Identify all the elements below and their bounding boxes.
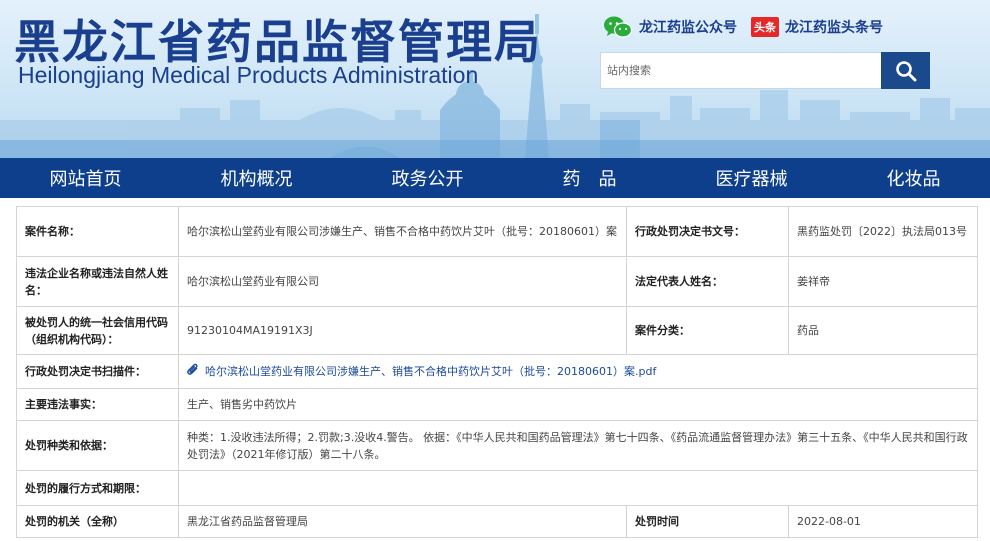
toutiao-account-link[interactable]: 龙江药监头条号	[785, 17, 883, 37]
scan-file-cell: 哈尔滨松山堂药业有限公司涉嫌生产、销售不合格中药饮片艾叶（批号：20180601…	[178, 354, 978, 389]
main-navigation: 网站首页 机构概况 政务公开 药 品 医疗器械 化妆品	[0, 158, 990, 198]
site-title-english: Heilongjiang Medical Products Administra…	[18, 62, 479, 88]
table-row: 主要违法事实： 生产、销售劣中药饮片	[16, 388, 978, 421]
credit-code-value: 91230104MA19191X3J	[178, 306, 627, 355]
decision-pdf-link[interactable]: 哈尔滨松山堂药业有限公司涉嫌生产、销售不合格中药饮片艾叶（批号：20180601…	[205, 365, 656, 378]
search-icon	[895, 60, 916, 81]
nav-item-home[interactable]: 网站首页	[50, 165, 122, 191]
nav-item-cosmetics[interactable]: 化妆品	[887, 165, 941, 191]
scan-file-label: 行政处罚决定书扫描件：	[16, 354, 179, 389]
case-category-label: 案件分类：	[626, 306, 789, 355]
authority-value: 黑龙江省药品监督管理局	[178, 505, 627, 538]
table-row: 处罚种类和依据： 种类：1.没收违法所得；2.罚款;3.没收4.警告。 依据：《…	[16, 420, 978, 471]
site-search	[600, 52, 930, 89]
search-button[interactable]	[881, 52, 930, 89]
legal-representative-label: 法定代表人姓名：	[626, 256, 789, 307]
nav-item-about[interactable]: 机构概况	[221, 165, 293, 191]
nav-item-medical-devices[interactable]: 医疗器械	[716, 165, 788, 191]
performance-method-label: 处罚的履行方式和期限：	[16, 470, 179, 506]
decision-number-label: 行政处罚决定书文号：	[626, 206, 789, 257]
authority-label: 处罚的机关（全称）	[16, 505, 179, 538]
nav-item-government-affairs[interactable]: 政务公开	[392, 165, 464, 191]
case-category-value: 药品	[788, 306, 978, 355]
table-row: 违法企业名称或违法自然人姓名： 哈尔滨松山堂药业有限公司 法定代表人姓名： 姜祥…	[16, 256, 978, 307]
violator-value: 哈尔滨松山堂药业有限公司	[178, 256, 627, 307]
decision-number-value: 黑药监处罚〔2022〕执法局013号	[788, 206, 978, 257]
paperclip-icon	[187, 363, 199, 381]
penalty-type-value: 种类：1.没收违法所得；2.罚款;3.没收4.警告。 依据：《中华人民共和国药品…	[178, 420, 978, 471]
search-input[interactable]	[600, 52, 881, 89]
penalty-info-table: 案件名称： 哈尔滨松山堂药业有限公司涉嫌生产、销售不合格中药饮片艾叶（批号：20…	[16, 206, 978, 538]
table-row: 行政处罚决定书扫描件： 哈尔滨松山堂药业有限公司涉嫌生产、销售不合格中药饮片艾叶…	[16, 354, 978, 389]
case-name-value: 哈尔滨松山堂药业有限公司涉嫌生产、销售不合格中药饮片艾叶（批号：20180601…	[178, 206, 627, 257]
table-row: 被处罚人的统一社会信用代码（组织机构代码）： 91230104MA19191X3…	[16, 306, 978, 355]
penalty-date-label: 处罚时间	[626, 505, 789, 538]
toutiao-icon[interactable]: 头条	[751, 17, 779, 37]
table-row: 案件名称： 哈尔滨松山堂药业有限公司涉嫌生产、销售不合格中药饮片艾叶（批号：20…	[16, 206, 978, 257]
wechat-account-link[interactable]: 龙江药监公众号	[639, 17, 737, 37]
facts-value: 生产、销售劣中药饮片	[178, 388, 978, 421]
legal-representative-value: 姜祥帝	[788, 256, 978, 307]
case-name-label: 案件名称：	[16, 206, 179, 257]
facts-label: 主要违法事实：	[16, 388, 179, 421]
penalty-date-value: 2022-08-01	[788, 505, 978, 538]
violator-label: 违法企业名称或违法自然人姓名：	[16, 256, 179, 307]
social-links: 龙江药监公众号 头条 龙江药监头条号	[603, 14, 883, 40]
wechat-icon[interactable]	[603, 15, 633, 39]
nav-item-drugs[interactable]: 药 品	[563, 165, 617, 191]
table-row: 处罚的机关（全称） 黑龙江省药品监督管理局 处罚时间 2022-08-01	[16, 505, 978, 538]
site-header: 黑龙江省药品监督管理局 Heilongjiang Medical Product…	[0, 0, 990, 158]
table-row: 处罚的履行方式和期限：	[16, 470, 978, 506]
performance-method-value	[178, 470, 978, 506]
penalty-type-label: 处罚种类和依据：	[16, 420, 179, 471]
credit-code-label: 被处罚人的统一社会信用代码（组织机构代码）：	[16, 306, 179, 355]
